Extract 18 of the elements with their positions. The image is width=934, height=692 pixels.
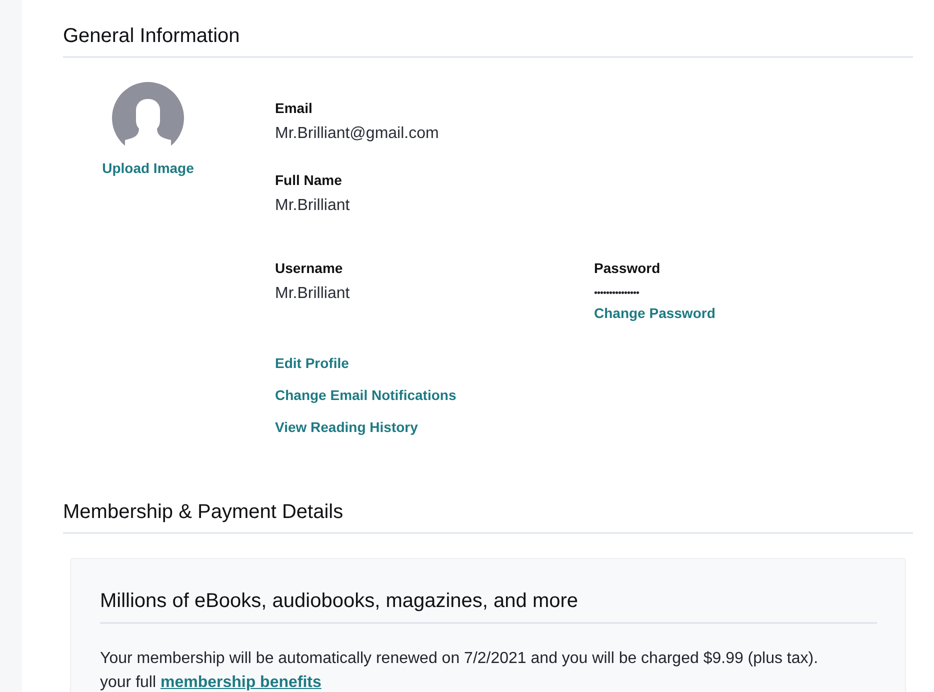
renewal-notice: Your membership will be automatically renewed on 7/2/2021 and you will be charged $9.99 (plus tax). your full membership benefits — [100, 649, 820, 692]
masked-password: ••••••••••••••• — [594, 287, 640, 301]
profile-link[interactable]: Change Email Notifications — [275, 386, 456, 404]
field-label: Email — [275, 99, 312, 117]
change-password-link[interactable]: Change Password — [594, 304, 716, 322]
membership-benefits-link[interactable]: membership benefits — [160, 674, 322, 691]
field-label: Full Name — [275, 171, 342, 189]
section-heading: General Information — [63, 24, 913, 58]
upload-image-link[interactable]: Upload Image — [102, 159, 194, 177]
field-value: Mr.Brilliant@gmail.com — [275, 124, 439, 144]
field-value: Mr.Brilliant — [275, 196, 350, 216]
card-heading: Millions of eBooks, audiobooks, magazines, and more — [100, 589, 877, 624]
profile-link[interactable]: Edit Profile — [275, 354, 349, 372]
section-heading: Membership & Payment Details — [63, 500, 913, 534]
profile-link[interactable]: View Reading History — [275, 418, 418, 436]
field-label: Username — [275, 259, 343, 277]
field-label: Password — [594, 259, 660, 277]
field-value: Mr.Brilliant — [275, 284, 350, 304]
